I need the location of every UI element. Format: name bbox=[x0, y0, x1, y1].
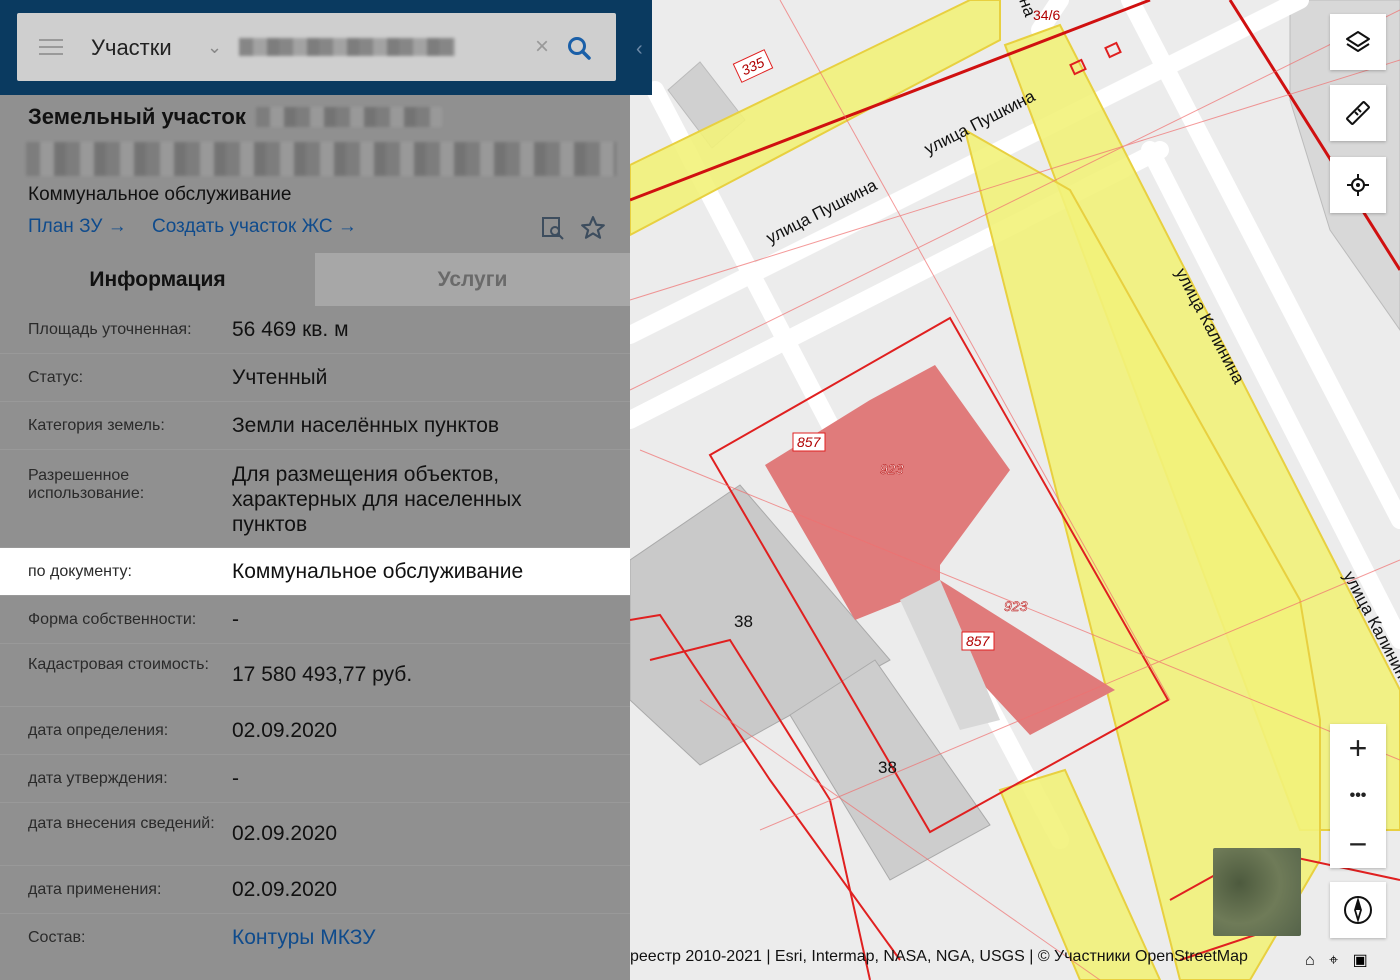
zoom-more-button[interactable]: ••• bbox=[1330, 772, 1386, 820]
document-search-icon[interactable] bbox=[540, 215, 566, 241]
search-box: Участки ⌄ × bbox=[17, 13, 616, 81]
info-value: Учтенный bbox=[232, 366, 328, 389]
info-row: дата применения: 02.09.2020 bbox=[0, 866, 630, 914]
basemap-switch-thumbnail[interactable] bbox=[1213, 848, 1301, 936]
info-key: Разрешенное использование: bbox=[28, 467, 145, 502]
parcel-number-label: 857 bbox=[966, 633, 991, 649]
fullscreen-icon[interactable]: ▣ bbox=[1353, 952, 1368, 969]
info-key: дата утверждения: bbox=[28, 770, 168, 787]
info-key: Статус: bbox=[28, 369, 84, 386]
parcel-number-redacted bbox=[256, 107, 442, 127]
info-key: дата внесения сведений: bbox=[28, 815, 215, 832]
parcel-subtitle: Коммунальное обслуживание bbox=[28, 184, 292, 205]
info-row: Разрешенное использование: Для размещени… bbox=[0, 450, 630, 548]
info-table: Площадь уточненная: 56 469 кв. м Статус:… bbox=[0, 306, 630, 961]
info-value: - bbox=[232, 767, 239, 790]
clear-icon[interactable]: × bbox=[535, 33, 549, 61]
info-row: дата утверждения: - bbox=[0, 755, 630, 803]
home-icon[interactable]: ⌂ bbox=[1305, 952, 1315, 969]
info-key: Площадь уточненная: bbox=[28, 321, 192, 338]
info-row: дата внесения сведений: 02.09.2020 bbox=[0, 803, 630, 866]
info-value: Земли населённых пунктов bbox=[232, 414, 500, 437]
parcel-number-label: 857 bbox=[797, 434, 822, 450]
layer-selector[interactable]: Участки bbox=[91, 35, 172, 61]
info-row: Площадь уточненная: 56 469 кв. м bbox=[0, 306, 630, 354]
house-number-label: 34/6 bbox=[1033, 7, 1060, 23]
star-icon[interactable] bbox=[580, 215, 606, 241]
collapse-panel-icon[interactable]: ‹ bbox=[636, 38, 643, 61]
zoom-control: + ••• − bbox=[1330, 724, 1386, 868]
compass-icon bbox=[1344, 896, 1372, 924]
info-key: Форма собственности: bbox=[28, 611, 197, 628]
compass-button[interactable] bbox=[1330, 882, 1386, 938]
layers-button[interactable] bbox=[1330, 14, 1386, 70]
info-key: дата применения: bbox=[28, 881, 162, 898]
parcel-number-label: 923 bbox=[880, 461, 904, 477]
tab-information[interactable]: Информация bbox=[0, 253, 315, 306]
crosshair-small-icon[interactable]: ⌖ bbox=[1329, 952, 1338, 969]
info-row: дата определения: 02.09.2020 bbox=[0, 707, 630, 755]
info-value: Коммунальное обслуживание bbox=[232, 560, 524, 583]
info-row: Форма собственности: - bbox=[0, 596, 630, 644]
info-row: Категория земель: Земли населённых пункт… bbox=[0, 402, 630, 450]
info-key: по документу: bbox=[28, 563, 132, 580]
info-key: Категория земель: bbox=[28, 417, 165, 434]
contours-link[interactable]: Контуры МКЗУ bbox=[232, 925, 592, 950]
measure-button[interactable] bbox=[1330, 85, 1386, 141]
info-value: 02.09.2020 bbox=[232, 822, 338, 845]
info-value: - bbox=[232, 608, 239, 631]
zoom-out-button[interactable]: − bbox=[1330, 820, 1386, 868]
ruler-icon bbox=[1346, 101, 1370, 125]
info-row: Состав: Контуры МКЗУ bbox=[0, 914, 630, 961]
parcel-number-label: 923 bbox=[1004, 598, 1028, 614]
zoom-in-button[interactable]: + bbox=[1330, 724, 1386, 772]
info-value: 56 469 кв. м bbox=[232, 318, 349, 341]
tab-services[interactable]: Услуги bbox=[315, 253, 630, 306]
parcel-title: Земельный участок bbox=[28, 104, 246, 129]
building-number-label: 38 bbox=[734, 612, 753, 631]
crosshair-icon bbox=[1347, 174, 1369, 196]
search-input[interactable] bbox=[239, 38, 455, 56]
info-row: Статус: Учтенный bbox=[0, 354, 630, 402]
info-value: 02.09.2020 bbox=[232, 878, 338, 901]
plan-link[interactable]: План ЗУ → bbox=[28, 216, 127, 237]
map-attribution: реестр 2010-2021 | Esri, Intermap, NASA,… bbox=[630, 948, 1248, 965]
locate-button[interactable] bbox=[1330, 157, 1386, 213]
building-number-label: 38 bbox=[878, 758, 897, 777]
info-key: Кадастровая стоимость: bbox=[28, 656, 209, 673]
info-value: 17 580 493,77 руб. bbox=[232, 663, 413, 686]
chevron-down-icon[interactable]: ⌄ bbox=[207, 37, 222, 58]
info-key: дата определения: bbox=[28, 722, 169, 739]
search-icon[interactable] bbox=[566, 35, 592, 61]
info-value: Для размещения объектов, характерных для… bbox=[232, 463, 522, 536]
info-key: Состав: bbox=[28, 929, 86, 946]
info-row-highlighted: по документу: Коммунальное обслуживание bbox=[0, 548, 630, 596]
info-row: Кадастровая стоимость: 17 580 493,77 руб… bbox=[0, 644, 630, 707]
search-header: Участки ⌄ × ‹ bbox=[0, 0, 652, 95]
parcel-address-redacted bbox=[26, 142, 616, 176]
create-parcel-link[interactable]: Создать участок ЖС → bbox=[152, 216, 357, 237]
info-value: 02.09.2020 bbox=[232, 719, 338, 742]
layers-icon bbox=[1346, 31, 1370, 52]
menu-icon[interactable] bbox=[39, 39, 63, 55]
